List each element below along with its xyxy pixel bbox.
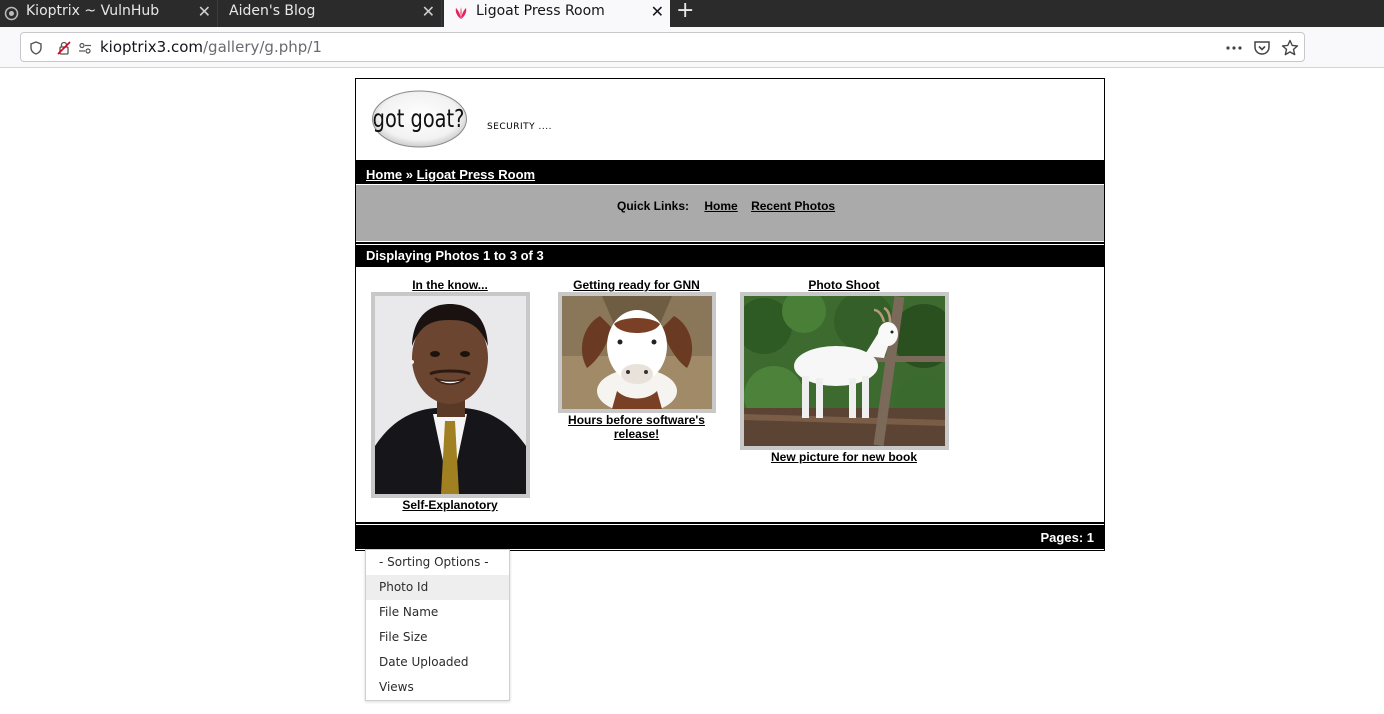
navigation-toolbar: kioptrix3.com/gallery/g.php/1 xyxy=(0,27,1384,68)
permissions-icon[interactable] xyxy=(78,40,92,54)
vulnhub-favicon-icon xyxy=(4,6,19,21)
close-tab-icon[interactable]: ✕ xyxy=(422,2,435,21)
quick-link-home[interactable]: Home xyxy=(704,199,737,213)
tab-title: Ligoat Press Room xyxy=(476,3,605,19)
tab-title: Kioptrix ~ VulnHub xyxy=(26,3,160,19)
sort-option-photo-id[interactable]: Photo Id xyxy=(366,575,509,600)
sort-options-dropdown[interactable]: - Sorting Options - Photo Id File Name F… xyxy=(365,549,510,701)
pocket-icon[interactable] xyxy=(1253,39,1271,57)
gallery-page: got goat? SECURITY .... Home » Ligoat Pr… xyxy=(355,78,1105,551)
tab-ligoat-press-room[interactable]: Ligoat Press Room ✕ xyxy=(444,0,670,27)
insecure-lock-icon[interactable] xyxy=(57,40,71,55)
new-tab-button[interactable]: + xyxy=(676,0,696,24)
lotus-favicon-icon xyxy=(453,6,468,21)
photo-1-thumbnail[interactable] xyxy=(371,292,530,498)
divider xyxy=(356,522,1104,524)
breadcrumb-current-link[interactable]: Ligoat Press Room xyxy=(417,167,535,182)
pagination-bar: Pages: 1 xyxy=(356,525,1104,549)
url-host: kioptrix3.com xyxy=(100,38,203,56)
close-tab-icon[interactable]: ✕ xyxy=(651,2,664,21)
photo-1-caption-link[interactable]: Self-Explanotory xyxy=(390,498,510,512)
close-tab-icon[interactable]: ✕ xyxy=(198,2,211,21)
sort-option-date-uploaded[interactable]: Date Uploaded xyxy=(366,650,509,675)
url-text[interactable]: kioptrix3.com/gallery/g.php/1 xyxy=(100,38,322,56)
logo-text: got goat? xyxy=(373,104,465,133)
photo-2-caption-link[interactable]: Hours before software's release! xyxy=(559,413,714,441)
photo-2-thumbnail[interactable] xyxy=(558,292,716,413)
photo-count-text: Displaying Photos 1 to 3 of 3 xyxy=(366,248,544,263)
pagination-text: Pages: 1 xyxy=(1040,530,1094,545)
got-goat-logo[interactable]: got goat? xyxy=(371,90,468,148)
sort-option-file-size[interactable]: File Size xyxy=(366,625,509,650)
address-bar[interactable]: kioptrix3.com/gallery/g.php/1 xyxy=(20,32,1305,62)
quick-links-bar: Quick Links: Home Recent Photos xyxy=(356,185,1104,241)
bookmark-star-icon[interactable] xyxy=(1281,39,1299,57)
shield-icon[interactable] xyxy=(29,40,43,55)
sort-option-file-name[interactable]: File Name xyxy=(366,600,509,625)
breadcrumb: Home » Ligoat Press Room xyxy=(356,162,1104,184)
photo-2-caption-line2: release! xyxy=(613,427,660,441)
photo-2-caption-line1: Hours before software's xyxy=(568,413,705,427)
site-tagline: SECURITY .... xyxy=(487,122,552,132)
photo-2-title-link[interactable]: Getting ready for GNN xyxy=(559,278,714,292)
sort-option-views[interactable]: Views xyxy=(366,675,509,700)
tab-kioptrix-vulnhub[interactable]: Kioptrix ~ VulnHub ✕ xyxy=(0,0,218,27)
photo-3-title-link[interactable]: Photo Shoot xyxy=(744,278,944,292)
site-header: got goat? SECURITY .... xyxy=(356,79,1104,161)
photo-count-bar: Displaying Photos 1 to 3 of 3 xyxy=(356,245,1104,267)
tab-title: Aiden's Blog xyxy=(229,3,316,19)
page-actions-menu-icon[interactable] xyxy=(1225,39,1243,57)
tab-strip: Kioptrix ~ VulnHub ✕ Aiden's Blog ✕ Ligo… xyxy=(0,0,1384,27)
url-path: /gallery/g.php/1 xyxy=(203,38,322,56)
photo-1-title-link[interactable]: In the know... xyxy=(390,278,510,292)
photo-3-caption-link[interactable]: New picture for new book xyxy=(744,450,944,464)
breadcrumb-home-link[interactable]: Home xyxy=(366,167,402,182)
photo-3-thumbnail[interactable] xyxy=(740,292,949,450)
breadcrumb-separator: » xyxy=(405,167,413,182)
quick-link-recent-photos[interactable]: Recent Photos xyxy=(751,199,835,213)
tab-aidens-blog[interactable]: Aiden's Blog ✕ xyxy=(220,0,442,27)
divider xyxy=(356,242,1104,244)
sort-option-header[interactable]: - Sorting Options - xyxy=(366,550,509,575)
quick-links-label: Quick Links: xyxy=(617,199,690,213)
